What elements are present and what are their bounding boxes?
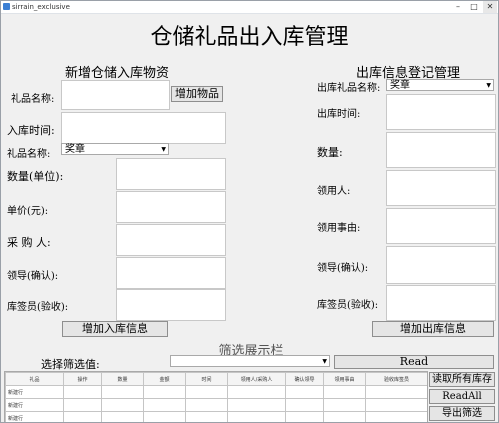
table-cell[interactable] [143, 385, 186, 399]
read-all-button[interactable]: ReadAll [429, 389, 495, 404]
data-grid: 礼品 操作 数量 金额 时间 领用人/采购人 确认领导 领用事由 验收库签员 新建行 新建行 新建行 [4, 371, 428, 422]
inbound-keeper-label: 库签员(验收): [7, 302, 69, 313]
out-time-input[interactable] [386, 94, 496, 130]
table-row-header[interactable]: 新建行 [5, 411, 64, 422]
read-all-stock-button[interactable]: 读取所有库存 [429, 372, 495, 387]
inbound-quantity-input[interactable] [116, 158, 226, 190]
unit-price-input[interactable] [116, 191, 226, 223]
table-cell[interactable] [365, 385, 427, 399]
outbound-leader-label: 领导(确认): [317, 263, 369, 274]
table-cell[interactable] [101, 398, 144, 412]
inbound-leader-label: 领导(确认): [7, 271, 59, 282]
inbound-gift-name-select[interactable]: 奖章 ▼ [61, 143, 169, 155]
outbound-gift-name-select[interactable]: 奖章 ▼ [386, 79, 494, 91]
out-time-label: 出库时间: [317, 109, 361, 120]
window-title: sirrain_exclusive [12, 3, 70, 11]
table-cell[interactable] [285, 411, 324, 422]
app-icon [3, 3, 10, 10]
table-cell[interactable] [63, 398, 102, 412]
table-cell[interactable] [63, 385, 102, 399]
add-outbound-button[interactable]: 增加出库信息 [372, 321, 494, 337]
table-cell[interactable] [227, 398, 286, 412]
table-row-header[interactable]: 新建行 [5, 398, 64, 412]
inbound-gift-name-selected: 奖章 [65, 144, 85, 155]
outbound-leader-input[interactable] [386, 246, 496, 284]
outbound-quantity-input[interactable] [386, 132, 496, 168]
outbound-quantity-label: 数量: [317, 146, 343, 159]
recipient-label: 领用人: [317, 186, 351, 197]
table-cell[interactable] [323, 411, 366, 422]
table-cell[interactable] [285, 385, 324, 399]
add-item-button[interactable]: 增加物品 [171, 86, 223, 102]
page-title: 仓储礼品出入库管理 [150, 25, 349, 50]
recipient-input[interactable] [386, 170, 496, 206]
table-cell[interactable] [227, 385, 286, 399]
chevron-down-icon: ▼ [322, 358, 327, 365]
table-cell[interactable] [285, 398, 324, 412]
table-cell[interactable] [323, 385, 366, 399]
read-button[interactable]: Read [334, 355, 494, 369]
table-row[interactable]: 新建行 [5, 411, 427, 422]
inbound-keeper-input[interactable] [116, 289, 226, 321]
table-cell[interactable] [143, 398, 186, 412]
table-cell[interactable] [323, 398, 366, 412]
table-column-header[interactable]: 领用事由 [323, 372, 366, 386]
table-row[interactable]: 新建行 [5, 398, 427, 412]
maximize-button[interactable]: □ [467, 1, 481, 13]
table-cell[interactable] [185, 411, 228, 422]
table-header-row: 礼品 操作 数量 金额 时间 领用人/采购人 确认领导 领用事由 验收库签员 [5, 372, 427, 386]
outbound-keeper-label: 库签员(验收): [317, 300, 379, 311]
table-column-header[interactable]: 礼品 [5, 372, 64, 386]
table-cell[interactable] [365, 398, 427, 412]
table-cell[interactable] [185, 398, 228, 412]
table-row[interactable]: 新建行 [5, 385, 427, 399]
close-button[interactable]: ✕ [483, 1, 497, 13]
in-time-input[interactable] [61, 112, 226, 144]
outbound-gift-name-selected: 奖章 [390, 80, 410, 91]
purchaser-label: 采 购 人: [7, 236, 51, 249]
table-column-header[interactable]: 操作 [63, 372, 102, 386]
table-row-header[interactable]: 新建行 [5, 385, 64, 399]
title-bar: sirrain_exclusive – □ ✕ [1, 1, 498, 14]
table-column-header[interactable]: 金额 [143, 372, 186, 386]
table-cell[interactable] [227, 411, 286, 422]
outbound-gift-name-label: 出库礼品名称: [317, 83, 381, 94]
table-column-header[interactable]: 确认领导 [285, 372, 324, 386]
table-column-header[interactable]: 数量 [101, 372, 144, 386]
filter-value-select[interactable]: ▼ [170, 355, 330, 367]
reason-label: 领用事由: [317, 223, 361, 234]
filter-select-label: 选择筛选值: [41, 358, 100, 371]
data-table: 礼品 操作 数量 金额 时间 领用人/采购人 确认领导 领用事由 验收库签员 新建行 新建行 新建行 [5, 372, 427, 422]
table-cell[interactable] [101, 411, 144, 422]
table-column-header[interactable]: 验收库签员 [365, 372, 427, 386]
minimize-button[interactable]: – [451, 1, 465, 13]
table-column-header[interactable]: 时间 [185, 372, 228, 386]
table-cell[interactable] [63, 411, 102, 422]
outbound-keeper-input[interactable] [386, 285, 496, 321]
inbound-gift-name-input[interactable] [61, 80, 170, 110]
chevron-down-icon: ▼ [161, 146, 166, 153]
reason-input[interactable] [386, 208, 496, 244]
chevron-down-icon: ▼ [486, 82, 491, 89]
inbound-section-title: 新增仓储入库物资 [65, 66, 170, 81]
inbound-leader-input[interactable] [116, 257, 226, 289]
inbound-gift-select-label: 礼品名称: [7, 149, 51, 160]
inbound-gift-name-label: 礼品名称: [11, 94, 55, 105]
table-cell[interactable] [365, 411, 427, 422]
in-time-label: 入库时间: [7, 124, 55, 137]
app-window: sirrain_exclusive – □ ✕ 仓储礼品出入库管理 新增仓储入库… [0, 0, 499, 423]
quantity-unit-label: 数量(单位): [7, 170, 64, 183]
unit-price-label: 单价(元): [7, 206, 49, 217]
purchaser-input[interactable] [116, 224, 226, 256]
table-cell[interactable] [185, 385, 228, 399]
export-filter-button[interactable]: 导出筛选 [429, 406, 495, 421]
table-cell[interactable] [101, 385, 144, 399]
table-column-header[interactable]: 领用人/采购人 [227, 372, 286, 386]
add-inbound-button[interactable]: 增加入库信息 [62, 321, 168, 337]
table-cell[interactable] [143, 411, 186, 422]
